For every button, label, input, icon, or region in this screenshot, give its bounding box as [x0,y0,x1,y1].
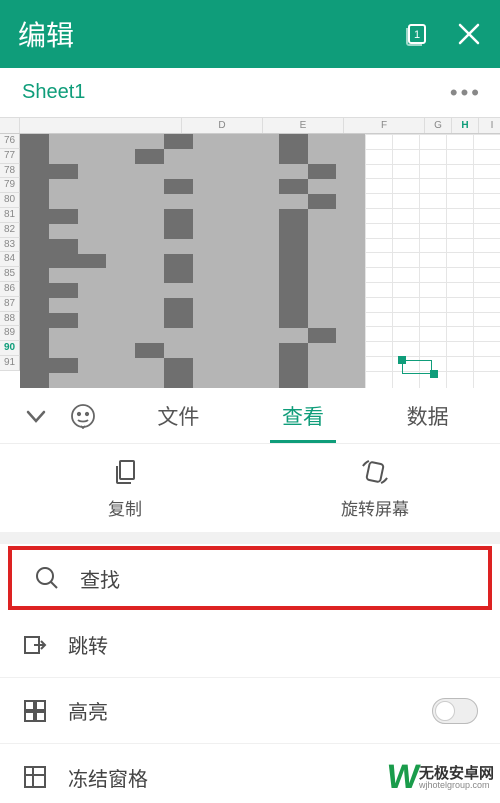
rotate-label: 旋转屏幕 [341,495,409,520]
menu-freeze-label: 冻结窗格 [68,763,148,792]
toolbar-left [10,403,96,429]
menu-find-label: 查找 [80,564,120,593]
copy-label: 复制 [108,495,142,520]
svg-text:1: 1 [414,29,420,41]
menu-highlight-label: 高亮 [68,696,108,725]
tab-file[interactable]: 文件 [153,391,203,441]
goto-icon [22,632,48,658]
toolbar-tabs: 文件 查看 数据 [96,391,490,441]
selection-handle[interactable] [396,356,438,378]
highlight-icon [22,698,48,724]
row-headers: 76777879808182838485868788899091 [0,134,20,371]
menu-find[interactable]: 查找 [8,546,492,610]
column-headers: DEFGHIJ [0,118,500,134]
more-icon[interactable]: ••• [450,80,482,106]
close-icon[interactable] [456,21,482,47]
header-title: 编辑 [18,14,402,54]
copy-button[interactable]: 复制 [0,444,250,532]
assistant-icon[interactable] [70,403,96,429]
search-icon [34,565,60,591]
sheet-tab[interactable]: Sheet1 [22,81,450,104]
watermark-logo: W [384,758,418,797]
toolbar: 文件 查看 数据 [0,388,500,444]
freeze-icon [22,764,48,790]
watermark: W 无极安卓网 wjhotelgroup.com [387,758,494,797]
header-actions: 1 [402,20,482,48]
sheet-bar: Sheet1 ••• [0,68,500,118]
menu-highlight[interactable]: 高亮 [0,678,500,744]
watermark-brand: 无极安卓网 [419,766,494,781]
collapse-icon[interactable] [24,404,48,428]
watermark-url: wjhotelgroup.com [419,781,494,790]
tab-view[interactable]: 查看 [278,391,328,441]
app-header: 编辑 1 [0,0,500,68]
menu-goto-label: 跳转 [68,630,108,659]
copy-icon [110,457,140,487]
tabs-icon[interactable]: 1 [402,20,430,48]
spreadsheet-grid[interactable]: DEFGHIJ 76777879808182838485868788899091 [0,118,500,388]
rotate-button[interactable]: 旋转屏幕 [250,444,500,532]
chart-content [20,134,365,388]
highlight-toggle[interactable] [432,698,478,724]
tab-data[interactable]: 数据 [403,391,453,441]
action-row: 复制 旋转屏幕 [0,444,500,544]
rotate-icon [359,457,391,487]
empty-cells [365,134,500,388]
menu-goto[interactable]: 跳转 [0,612,500,678]
